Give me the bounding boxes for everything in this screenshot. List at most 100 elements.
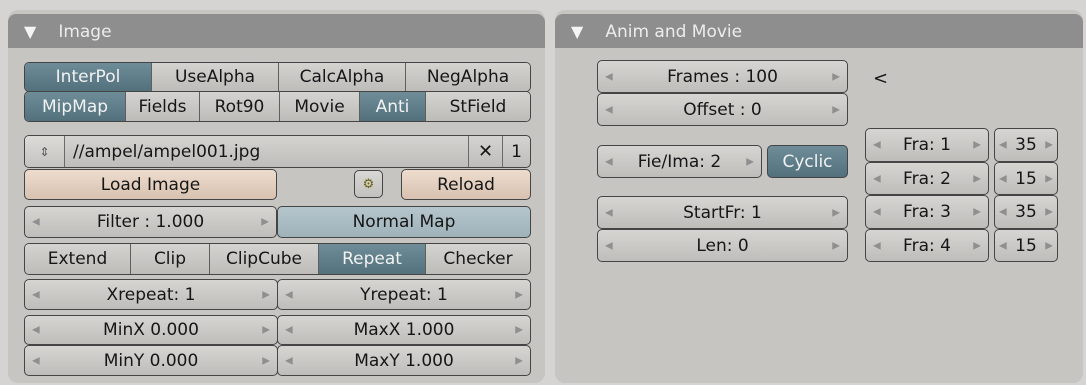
maxx-value: MaxX 1.000	[353, 320, 455, 340]
fra-value: Fra: 3	[903, 202, 951, 222]
increment-arrow-icon[interactable]: ▶	[832, 207, 840, 218]
decrement-arrow-icon[interactable]: ◀	[605, 71, 613, 82]
decrement-arrow-icon[interactable]: ◀	[999, 240, 1007, 251]
fra-value: Fra: 2	[903, 168, 951, 189]
increment-arrow-icon[interactable]: ▶	[515, 355, 523, 366]
fra-count-field[interactable]: ◀ 35 ▶	[994, 195, 1058, 229]
triangle-down-icon[interactable]: ▼	[571, 14, 583, 50]
minx-field[interactable]: ◀ MinX 0.000 ▶	[24, 315, 278, 345]
increment-arrow-icon[interactable]: ▶	[515, 325, 523, 336]
negalpha-toggle[interactable]: NegAlpha	[406, 63, 530, 91]
maxx-field[interactable]: ◀ MaxX 1.000 ▶	[277, 315, 531, 345]
increment-arrow-icon[interactable]: ▶	[515, 289, 523, 300]
increment-arrow-icon[interactable]: ▶	[1045, 173, 1053, 184]
startfr-value: StartFr: 1	[683, 202, 762, 223]
image-users-count: 1	[502, 136, 530, 167]
interpol-toggle[interactable]: InterPol	[25, 63, 152, 91]
decrement-arrow-icon[interactable]: ◀	[605, 156, 613, 167]
increment-arrow-icon[interactable]: ▶	[1045, 240, 1053, 251]
minx-value: MinX 0.000	[103, 320, 199, 340]
fra-field[interactable]: ◀ Fra: 1 ▶	[865, 128, 989, 162]
len-field[interactable]: ◀ Len: 0 ▶	[597, 229, 848, 262]
decrement-arrow-icon[interactable]: ◀	[285, 325, 293, 336]
extend-option[interactable]: Extend	[25, 244, 131, 274]
decrement-arrow-icon[interactable]: ◀	[999, 173, 1007, 184]
mipmap-toggle[interactable]: MipMap	[25, 92, 126, 121]
image-options-row2: MipMap Fields Rot90 Movie Anti StField	[24, 91, 531, 122]
increment-arrow-icon[interactable]: ▶	[973, 173, 981, 184]
cyclic-toggle[interactable]: Cyclic	[767, 145, 848, 178]
checker-option[interactable]: Checker	[426, 244, 530, 274]
decrement-arrow-icon[interactable]: ◀	[873, 140, 881, 151]
fra-count-field[interactable]: ◀ 15 ▶	[994, 229, 1058, 262]
len-value: Len: 0	[696, 235, 749, 256]
startfr-field[interactable]: ◀ StartFr: 1 ▶	[597, 196, 848, 229]
decrement-arrow-icon[interactable]: ◀	[999, 207, 1007, 218]
clip-option[interactable]: Clip	[131, 244, 210, 274]
fra-field[interactable]: ◀ Fra: 2 ▶	[865, 162, 989, 195]
filter-slider[interactable]: ◀ Filter : 1.000 ▶	[24, 206, 277, 238]
decrement-arrow-icon[interactable]: ◀	[999, 140, 1007, 151]
stfield-toggle[interactable]: StField	[426, 92, 530, 121]
repeat-option[interactable]: Repeat	[319, 244, 426, 274]
normal-map-toggle[interactable]: Normal Map	[277, 206, 531, 238]
fie-ima-field[interactable]: ◀ Fie/Ima: 2 ▶	[597, 145, 762, 178]
decrement-arrow-icon[interactable]: ◀	[285, 289, 293, 300]
fra-field[interactable]: ◀ Fra: 4 ▶	[865, 229, 989, 262]
decrement-arrow-icon[interactable]: ◀	[873, 173, 881, 184]
image-file-row: ⇕ //ampel/ampel001.jpg ✕ 1	[24, 135, 531, 168]
increment-arrow-icon[interactable]: ▶	[973, 240, 981, 251]
package-icon[interactable]: ⚙	[354, 170, 383, 198]
calcalpha-toggle[interactable]: CalcAlpha	[279, 63, 406, 91]
fra-count-field[interactable]: ◀ 15 ▶	[994, 162, 1058, 195]
fra-field[interactable]: ◀ Fra: 3 ▶	[865, 195, 989, 229]
increment-arrow-icon[interactable]: ▶	[261, 217, 269, 228]
frames-field[interactable]: ◀ Frames : 100 ▶	[597, 60, 848, 93]
decrement-arrow-icon[interactable]: ◀	[605, 104, 613, 115]
anim-movie-panel-header[interactable]: ▼ Anim and Movie	[555, 14, 1083, 48]
increment-arrow-icon[interactable]: ▶	[1045, 140, 1053, 151]
increment-arrow-icon[interactable]: ▶	[1045, 207, 1053, 218]
decrement-arrow-icon[interactable]: ◀	[32, 289, 40, 300]
maxy-field[interactable]: ◀ MaxY 1.000 ▶	[277, 345, 531, 376]
increment-arrow-icon[interactable]: ▶	[973, 140, 981, 151]
x-icon[interactable]: ✕	[468, 136, 502, 167]
load-image-button[interactable]: Load Image	[24, 169, 277, 200]
fields-toggle[interactable]: Fields	[126, 92, 200, 121]
image-panel-header[interactable]: ▼ Image	[8, 14, 545, 48]
clipcube-option[interactable]: ClipCube	[210, 244, 319, 274]
decrement-arrow-icon[interactable]: ◀	[873, 207, 881, 218]
offset-field[interactable]: ◀ Offset : 0 ▶	[597, 93, 848, 126]
decrement-arrow-icon[interactable]: ◀	[32, 355, 40, 366]
increment-arrow-icon[interactable]: ▶	[973, 207, 981, 218]
fra-count-field[interactable]: ◀ 35 ▶	[994, 128, 1058, 162]
decrement-arrow-icon[interactable]: ◀	[285, 355, 293, 366]
increment-arrow-icon[interactable]: ▶	[832, 104, 840, 115]
increment-arrow-icon[interactable]: ▶	[746, 156, 754, 167]
increment-arrow-icon[interactable]: ▶	[262, 289, 270, 300]
fie-ima-value: Fie/Ima: 2	[637, 151, 722, 172]
image-path-field[interactable]: //ampel/ampel001.jpg	[65, 142, 468, 162]
reload-button[interactable]: Reload	[401, 169, 531, 200]
decrement-arrow-icon[interactable]: ◀	[873, 240, 881, 251]
yrepeat-field[interactable]: ◀ Yrepeat: 1 ▶	[277, 279, 531, 310]
decrement-arrow-icon[interactable]: ◀	[605, 207, 613, 218]
rot90-toggle[interactable]: Rot90	[200, 92, 280, 121]
decrement-arrow-icon[interactable]: ◀	[32, 325, 40, 336]
fra-count-value: 35	[1015, 202, 1037, 222]
fra-value: Fra: 4	[903, 235, 951, 256]
decrement-arrow-icon[interactable]: ◀	[605, 240, 613, 251]
increment-arrow-icon[interactable]: ▶	[832, 71, 840, 82]
increment-arrow-icon[interactable]: ▶	[262, 325, 270, 336]
triangle-down-icon[interactable]: ▼	[24, 14, 36, 50]
anti-toggle[interactable]: Anti	[360, 92, 426, 121]
updown-arrows-icon[interactable]: ⇕	[25, 136, 65, 167]
decrement-arrow-icon[interactable]: ◀	[32, 217, 40, 228]
frames-arrow-indicator: <	[873, 68, 889, 89]
miny-field[interactable]: ◀ MinY 0.000 ▶	[24, 345, 278, 376]
movie-toggle[interactable]: Movie	[280, 92, 360, 121]
usealpha-toggle[interactable]: UseAlpha	[152, 63, 279, 91]
increment-arrow-icon[interactable]: ▶	[262, 355, 270, 366]
increment-arrow-icon[interactable]: ▶	[832, 240, 840, 251]
xrepeat-field[interactable]: ◀ Xrepeat: 1 ▶	[24, 279, 278, 310]
